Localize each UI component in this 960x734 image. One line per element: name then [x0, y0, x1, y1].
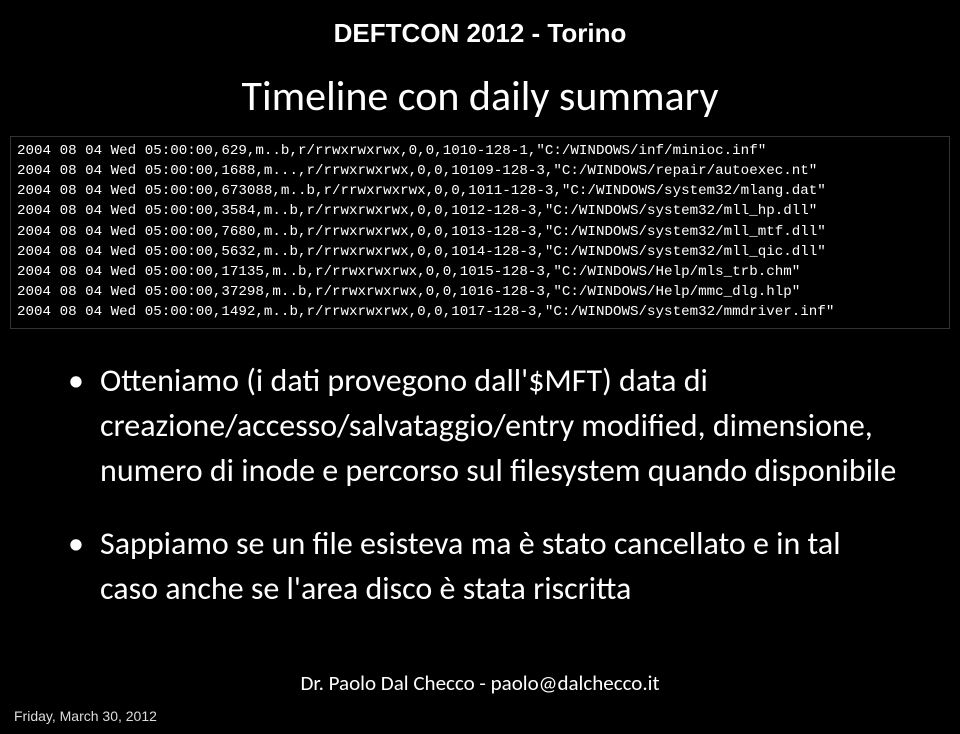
- bullet-item: Otteniamo (i dati provegono dall'$MFT) d…: [100, 359, 900, 493]
- slide-header: DEFTCON 2012 - Torino: [0, 0, 960, 49]
- terminal-line: 2004 08 04 Wed 05:00:00,3584,m..b,r/rrwx…: [17, 201, 943, 221]
- bullet-list: Otteniamo (i dati provegono dall'$MFT) d…: [100, 359, 900, 611]
- terminal-line: 2004 08 04 Wed 05:00:00,5632,m..b,r/rrwx…: [17, 242, 943, 262]
- terminal-line: 2004 08 04 Wed 05:00:00,629,m..b,r/rrwxr…: [17, 141, 943, 161]
- slide-title: Timeline con daily summary: [0, 49, 960, 136]
- terminal-output: 2004 08 04 Wed 05:00:00,629,m..b,r/rrwxr…: [10, 136, 950, 329]
- slide-footer: Dr. Paolo Dal Checco - paolo@dalchecco.i…: [0, 670, 960, 696]
- bullet-item: Sappiamo se un file esisteva ma è stato …: [100, 522, 900, 612]
- terminal-line: 2004 08 04 Wed 05:00:00,7680,m..b,r/rrwx…: [17, 222, 943, 242]
- terminal-line: 2004 08 04 Wed 05:00:00,37298,m..b,r/rrw…: [17, 282, 943, 302]
- terminal-line: 2004 08 04 Wed 05:00:00,1492,m..b,r/rrwx…: [17, 302, 943, 322]
- terminal-line: 2004 08 04 Wed 05:00:00,673088,m..b,r/rr…: [17, 181, 943, 201]
- terminal-line: 2004 08 04 Wed 05:00:00,1688,m...,r/rrwx…: [17, 161, 943, 181]
- terminal-line: 2004 08 04 Wed 05:00:00,17135,m..b,r/rrw…: [17, 262, 943, 282]
- slide-date: Friday, March 30, 2012: [14, 708, 157, 724]
